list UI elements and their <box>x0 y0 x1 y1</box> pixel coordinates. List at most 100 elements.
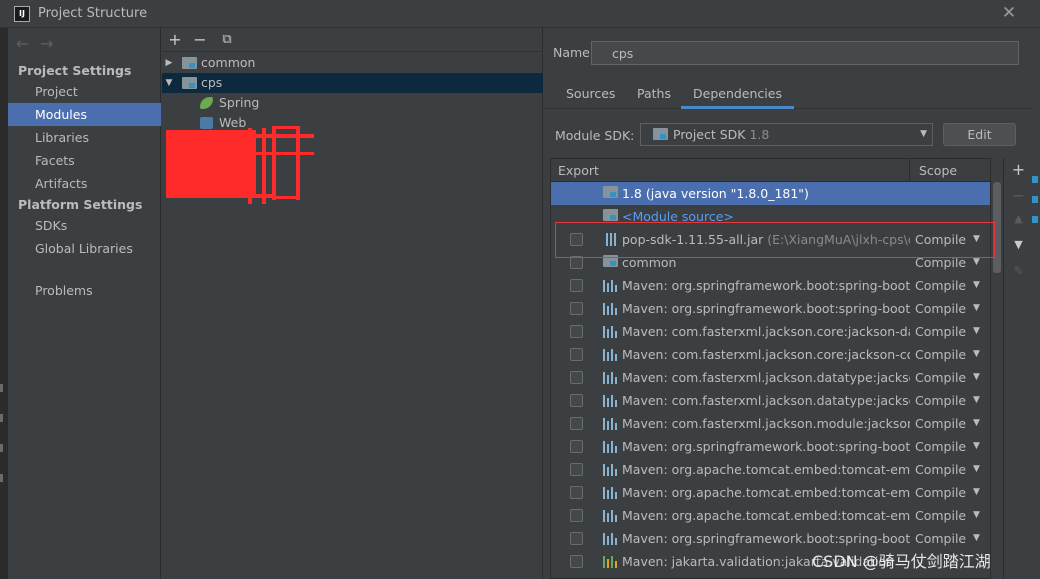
chevron-down-icon[interactable]: ▼ <box>973 527 980 550</box>
edit-sdk-button[interactable]: Edit <box>943 123 1016 146</box>
module-sdk-select[interactable]: Project SDK 1.8 ▼ <box>640 123 933 146</box>
chevron-down-icon[interactable]: ▼ <box>973 366 980 389</box>
dependency-row[interactable]: Maven: org.apache.tomcat.embed:tomcat-em… <box>551 504 990 527</box>
sidebar-item-project[interactable]: Project <box>8 80 161 103</box>
module-name-input[interactable] <box>591 41 1019 65</box>
chevron-down-icon[interactable]: ▼ <box>973 504 980 527</box>
chevron-down-icon[interactable]: ▼ <box>973 481 980 504</box>
chevron-down-icon[interactable]: ▼ <box>973 458 980 481</box>
scope-select[interactable]: Compile <box>915 504 966 527</box>
dependency-row[interactable]: Maven: org.springframework.boot:spring-b… <box>551 274 990 297</box>
export-checkbox[interactable] <box>570 371 583 384</box>
scope-select[interactable]: Compile <box>915 458 966 481</box>
tree-node-cps[interactable]: ▼ cps <box>162 73 543 93</box>
redaction-block <box>166 130 256 198</box>
export-checkbox[interactable] <box>570 325 583 338</box>
remove-icon[interactable]: − <box>190 30 210 50</box>
chevron-down-icon[interactable]: ▼ <box>973 412 980 435</box>
back-arrow-icon[interactable]: ← <box>16 34 40 53</box>
chevron-down-icon[interactable]: ▼ <box>973 435 980 458</box>
export-checkbox[interactable] <box>570 532 583 545</box>
redaction-stroke <box>174 152 314 155</box>
scope-select[interactable]: Compile <box>915 481 966 504</box>
scope-select[interactable]: Compile <box>915 343 966 366</box>
tree-node-label: common <box>201 55 256 70</box>
dependency-label: Maven: org.apache.tomcat.embed:tomcat-em… <box>622 508 910 523</box>
dependency-row[interactable]: Maven: com.fasterxml.jackson.core:jackso… <box>551 320 990 343</box>
export-checkbox[interactable] <box>570 302 583 315</box>
dependency-label: Maven: com.fasterxml.jackson.core:jackso… <box>622 324 910 339</box>
export-checkbox[interactable] <box>570 394 583 407</box>
tree-node-spring[interactable]: Spring <box>162 93 543 113</box>
sidebar-item-sdks[interactable]: SDKs <box>8 214 161 237</box>
export-checkbox[interactable] <box>570 486 583 499</box>
scope-select[interactable]: Compile <box>915 297 966 320</box>
dependency-row[interactable]: Maven: org.springframework.boot:spring-b… <box>551 297 990 320</box>
sidebar-item-global-libraries[interactable]: Global Libraries <box>8 237 161 260</box>
redaction-stroke <box>252 194 272 198</box>
sidebar-item-modules[interactable]: Modules <box>8 103 161 126</box>
scope-select[interactable]: Compile <box>915 274 966 297</box>
chevron-down-icon[interactable]: ▼ <box>973 297 980 320</box>
dependency-name: Maven: com.fasterxml.jackson.datatype:ja… <box>622 366 910 389</box>
add-dependency-icon[interactable]: + <box>1004 160 1033 179</box>
chevron-down-icon[interactable]: ▼ <box>973 343 980 366</box>
redaction-stroke <box>248 128 252 204</box>
export-checkbox[interactable] <box>570 463 583 476</box>
scope-select[interactable]: Compile <box>915 527 966 550</box>
dependency-row[interactable]: Maven: com.fasterxml.jackson.module:jack… <box>551 412 990 435</box>
dependency-row[interactable]: Maven: org.springframework.boot:spring-b… <box>551 527 990 550</box>
expanded-arrow-icon[interactable]: ▼ <box>163 73 175 93</box>
dependency-row[interactable]: 1.8 (java version "1.8.0_181") <box>551 182 990 205</box>
collapsed-arrow-icon[interactable]: ▶ <box>163 53 175 73</box>
export-checkbox[interactable] <box>570 348 583 361</box>
export-column-header[interactable]: Export <box>558 163 599 178</box>
close-icon[interactable]: ✕ <box>1000 3 1018 23</box>
export-checkbox[interactable] <box>570 509 583 522</box>
dependency-row[interactable]: Maven: org.springframework.boot:spring-b… <box>551 435 990 458</box>
scope-select[interactable]: Compile <box>915 412 966 435</box>
background-editor-strip-right <box>1030 150 1040 260</box>
chevron-down-icon[interactable]: ▼ <box>973 274 980 297</box>
tab-paths[interactable]: Paths <box>637 86 671 101</box>
dependency-row[interactable]: Maven: com.fasterxml.jackson.core:jackso… <box>551 343 990 366</box>
sidebar-item-artifacts[interactable]: Artifacts <box>8 172 161 195</box>
scope-select[interactable]: Compile <box>915 435 966 458</box>
chevron-down-icon[interactable]: ▼ <box>973 389 980 412</box>
scope-column-header[interactable]: Scope <box>909 159 990 182</box>
tab-sources[interactable]: Sources <box>566 86 615 101</box>
move-down-icon[interactable]: ▼ <box>1004 238 1033 251</box>
dependency-row[interactable]: Maven: com.fasterxml.jackson.datatype:ja… <box>551 366 990 389</box>
forward-arrow-icon[interactable]: → <box>40 34 64 53</box>
add-icon[interactable]: + <box>165 30 185 50</box>
move-up-icon[interactable]: ▲ <box>1004 212 1033 225</box>
dependency-row[interactable]: Maven: org.apache.tomcat.embed:tomcat-em… <box>551 481 990 504</box>
web-icon <box>200 117 213 129</box>
sidebar-item-facets[interactable]: Facets <box>8 149 161 172</box>
sidebar-item-libraries[interactable]: Libraries <box>8 126 161 149</box>
chevron-down-icon[interactable]: ▼ <box>973 320 980 343</box>
annotation-highlight-box <box>555 222 995 258</box>
export-checkbox[interactable] <box>570 440 583 453</box>
tree-node-common[interactable]: ▶ common <box>162 53 543 73</box>
module-tabs: Sources Paths Dependencies <box>544 81 1032 109</box>
intellij-app-icon: IJ <box>14 6 30 22</box>
csdn-watermark: CSDN @骑马仗剑踏江湖 <box>812 552 991 571</box>
remove-dependency-icon[interactable]: − <box>1004 186 1033 205</box>
redaction-stroke <box>296 126 300 200</box>
export-checkbox[interactable] <box>570 279 583 292</box>
scope-select[interactable]: Compile <box>915 366 966 389</box>
dependency-name: Maven: com.fasterxml.jackson.module:jack… <box>622 412 910 435</box>
export-checkbox[interactable] <box>570 555 583 568</box>
dependency-row[interactable]: Maven: com.fasterxml.jackson.datatype:ja… <box>551 389 990 412</box>
redaction-stroke <box>262 128 266 204</box>
library-icon <box>603 280 619 292</box>
edit-dependency-icon[interactable]: ✎ <box>1004 264 1033 278</box>
scope-select[interactable]: Compile <box>915 389 966 412</box>
dependency-row[interactable]: Maven: org.apache.tomcat.embed:tomcat-em… <box>551 458 990 481</box>
copy-icon[interactable]: ⧉ <box>217 30 237 50</box>
sidebar-item-problems[interactable]: Problems <box>8 279 161 302</box>
export-checkbox[interactable] <box>570 417 583 430</box>
scope-select[interactable]: Compile <box>915 320 966 343</box>
tab-dependencies[interactable]: Dependencies <box>681 86 794 109</box>
